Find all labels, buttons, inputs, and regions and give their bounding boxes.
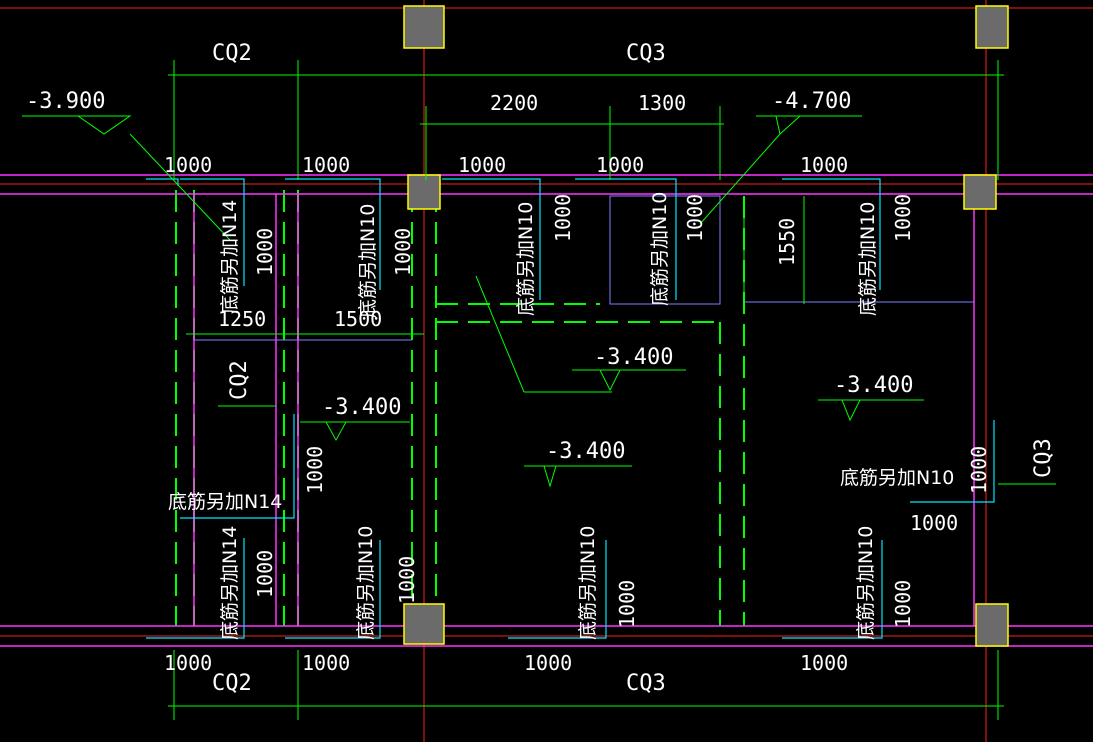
elev-leader <box>22 115 132 135</box>
dim-label-row1-a: 1000 <box>164 153 212 177</box>
cad-drawing: CQ2 CQ3 CQ2 CQ3 CQ2 CQ3 2200 1300 1000 1… <box>0 0 1093 742</box>
rebar-note: 底筋另加N10 <box>577 526 599 640</box>
column <box>403 5 445 49</box>
beam-lines <box>0 174 1093 647</box>
rebar-note: 底筋另加N10 <box>649 192 671 306</box>
elevation-label: -4.700 <box>772 89 851 114</box>
elevation-label: -3.400 <box>594 345 673 370</box>
rebar-note: 底筋另加N14 <box>168 491 282 513</box>
dim-label-bot-c: 1000 <box>524 651 572 675</box>
dim-label-bot-a: 1000 <box>164 651 212 675</box>
column <box>975 5 1009 49</box>
rebar-note: 底筋另加N14 <box>219 526 241 640</box>
cad-drawing-canvas[interactable]: CQ2 CQ3 CQ2 CQ3 CQ2 CQ3 2200 1300 1000 1… <box>0 0 1093 742</box>
rebar-note: 底筋另加N10 <box>355 526 377 640</box>
dim-label-1550: 1550 <box>775 218 799 266</box>
wall-label-cq3-bottom: CQ3 <box>626 671 666 696</box>
vdim-label: 1000 <box>967 446 991 494</box>
rebar-note: 底筋另加N10 <box>357 204 379 318</box>
dim-label-row1-c: 1000 <box>458 153 506 177</box>
axis-lines <box>0 0 1093 742</box>
dim-label-bot-b: 1000 <box>302 651 350 675</box>
elevation-label: -3.400 <box>322 395 401 420</box>
wall-label-cq2-left: CQ2 <box>227 360 252 400</box>
column <box>403 603 445 645</box>
vdim-label: 1000 <box>253 228 277 276</box>
elev-leader <box>818 399 924 422</box>
elevation-label: -3.900 <box>26 89 105 114</box>
vdim-label: 1000 <box>391 228 415 276</box>
leader-line <box>129 133 231 241</box>
dim-label-row1-e: 1000 <box>800 153 848 177</box>
rebar-note: 底筋另加N10 <box>515 202 537 316</box>
wall-label-cq2-top: CQ2 <box>212 41 252 66</box>
wall-label-cq2-bottom: CQ2 <box>212 671 252 696</box>
dim-label-row1-d: 1000 <box>596 153 644 177</box>
vdim-label: 1000 <box>615 580 639 628</box>
vdim-label: 1000 <box>395 556 419 604</box>
vdim-label: 1000 <box>891 194 915 242</box>
dim-label-1300: 1300 <box>638 91 686 115</box>
vdim-label: 1000 <box>551 194 575 242</box>
vdim-label: 1000 <box>891 580 915 628</box>
dim-label-right-1000: 1000 <box>910 511 958 535</box>
wall-label-cq3-right: CQ3 <box>1031 438 1056 478</box>
elev-leader <box>756 115 862 135</box>
dim-label-2200: 2200 <box>490 91 538 115</box>
dim-label-row1-b: 1000 <box>302 153 350 177</box>
dim-label-bot-d: 1000 <box>800 651 848 675</box>
column <box>963 174 997 210</box>
rebar-note: 底筋另加N10 <box>855 526 877 640</box>
elev-leader <box>524 465 632 488</box>
column <box>975 603 1009 647</box>
elevation-label: -3.400 <box>546 439 625 464</box>
elevation-label: -3.400 <box>834 373 913 398</box>
rebar-note: 底筋另加N10 <box>840 467 954 489</box>
vdim-label: 1000 <box>683 194 707 242</box>
leader-line <box>699 133 781 225</box>
rebar-note: 底筋另加N10 <box>857 202 879 316</box>
elev-leader <box>300 421 410 442</box>
wall-label-cq3-top: CQ3 <box>626 41 666 66</box>
vdim-label: 1000 <box>253 550 277 598</box>
vdim-label: 1000 <box>303 446 327 494</box>
rebar-note: 底筋另加N14 <box>219 200 241 314</box>
column <box>407 174 441 210</box>
elev-leader <box>572 369 686 392</box>
